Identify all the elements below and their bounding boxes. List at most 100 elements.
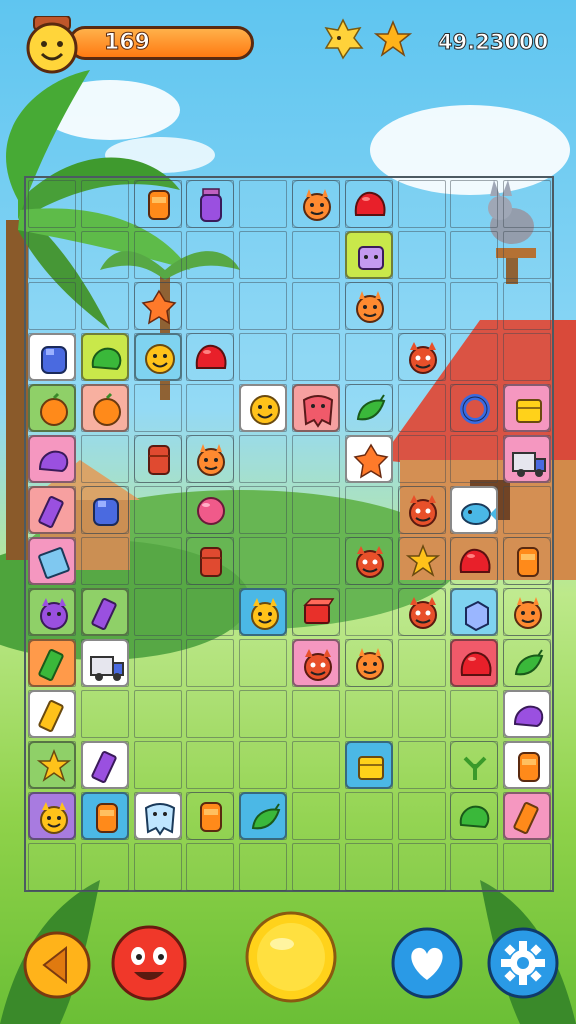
empty-cell [344,792,393,840]
tile-blue-jar[interactable] [28,333,76,381]
empty-cell [344,486,393,534]
heart-button[interactable] [390,926,464,1000]
tile-yellow-monster[interactable] [28,792,76,840]
empty-cell [28,180,76,228]
tile-orange-jar[interactable] [186,792,235,840]
empty-cell [397,843,446,891]
tile-green-plant[interactable] [450,741,499,789]
tile-purple-blob[interactable] [503,690,552,738]
tile-yellow-monster[interactable] [239,588,288,636]
empty-cell [503,486,552,534]
tile-truck[interactable] [80,639,129,687]
tile-red-blob[interactable] [450,639,499,687]
tile-orange-monster[interactable] [186,435,235,483]
empty-cell [239,486,288,534]
hint-button[interactable] [244,910,338,1004]
tile-green-pepper[interactable] [503,639,552,687]
tile-orange-monster[interactable] [344,639,393,687]
tile-green-blob[interactable] [80,333,129,381]
tile-orange-fruit[interactable] [28,384,76,432]
empty-cell [292,435,340,483]
empty-cell [186,843,235,891]
empty-cell [80,843,129,891]
empty-cell [80,690,129,738]
tile-blue-jar[interactable] [80,486,129,534]
empty-cell [186,639,235,687]
empty-cell [397,282,446,330]
tile-orange-leaf[interactable] [344,435,393,483]
tile-orange-jar[interactable] [503,741,552,789]
tile-yellow-star[interactable] [28,741,76,789]
tile-pink-blob[interactable] [186,486,235,534]
tile-yellow-box[interactable] [344,741,393,789]
tile-red-blob[interactable] [186,333,235,381]
tile-purple-monster[interactable] [28,588,76,636]
tile-red-monster[interactable] [397,588,446,636]
tile-purple-blob[interactable] [28,435,76,483]
empty-cell [80,231,129,279]
tile-orange-jar[interactable] [503,537,552,585]
tile-purple-candy[interactable] [80,741,129,789]
tile-blue-fish[interactable] [450,486,499,534]
tile-orange-leaf[interactable] [133,282,182,330]
tile-blue-ring[interactable] [450,384,499,432]
tile-purple-jar[interactable] [186,180,235,228]
tile-purple-robot[interactable] [344,231,393,279]
tile-red-jar[interactable] [186,537,235,585]
empty-cell [344,690,393,738]
tile-green-pepper[interactable] [344,384,393,432]
empty-cell [292,843,340,891]
empty-cell [239,639,288,687]
tile-yellow-box[interactable] [503,384,552,432]
tile-red-box[interactable] [292,588,340,636]
tile-red-blob[interactable] [344,180,393,228]
tile-orange-monster[interactable] [292,180,340,228]
tile-orange-jar[interactable] [80,792,129,840]
tile-red-jar[interactable] [133,435,182,483]
tile-red-monster[interactable] [397,333,446,381]
tile-yellow-smile[interactable] [133,333,182,381]
tile-orange-fruit[interactable] [80,384,129,432]
star-icon [374,20,412,57]
tile-orange-monster[interactable] [344,282,393,330]
empty-cell [239,741,288,789]
tile-red-monster[interactable] [397,486,446,534]
tile-orange-candy[interactable] [503,792,552,840]
tile-red-monster[interactable] [292,639,340,687]
tile-purple-candy[interactable] [80,588,129,636]
empty-cell [133,741,182,789]
tile-yellow-star[interactable] [397,537,446,585]
tile-red-tooth[interactable] [292,384,340,432]
empty-cell [80,282,129,330]
tile-blue-tooth[interactable] [133,792,182,840]
sun-icon [324,18,364,60]
game-board [24,176,554,892]
tile-blue-cube[interactable] [450,588,499,636]
tile-orange-jar[interactable] [133,180,182,228]
tile-truck[interactable] [503,435,552,483]
tile-purple-candy[interactable] [28,486,76,534]
settings-button[interactable] [486,926,560,1000]
tile-red-monster[interactable] [344,537,393,585]
empty-cell [186,588,235,636]
face-button[interactable] [110,924,188,1002]
empty-cell [133,537,182,585]
empty-cell [450,282,499,330]
tile-green-pepper[interactable] [239,792,288,840]
tile-red-blob[interactable] [450,537,499,585]
empty-cell [239,333,288,381]
tile-book[interactable] [28,537,76,585]
empty-cell [186,690,235,738]
empty-cell [397,384,446,432]
back-button[interactable] [22,930,92,1000]
empty-cell [397,180,446,228]
tile-green-candy[interactable] [28,639,76,687]
tile-yellow-smile[interactable] [239,384,288,432]
empty-cell [450,180,499,228]
empty-cell [292,537,340,585]
empty-cell [186,231,235,279]
empty-cell [450,690,499,738]
tile-orange-monster[interactable] [503,588,552,636]
tile-yellow-candy[interactable] [28,690,76,738]
tile-green-blob[interactable] [450,792,499,840]
